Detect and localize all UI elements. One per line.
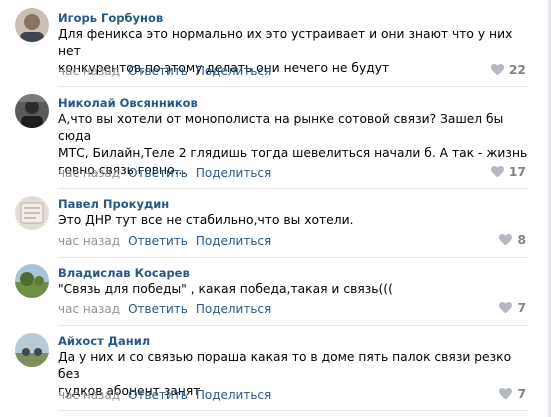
heart-icon (490, 64, 504, 76)
comment-time[interactable]: час назад (58, 234, 120, 248)
like-button[interactable]: 7 (499, 387, 526, 401)
comment-text: "Связь для победы" , какая победа,такая … (58, 282, 393, 296)
comment-meta: час назад Ответить Поделиться (58, 302, 279, 316)
comment-author[interactable]: Николай Овсянников (58, 96, 198, 110)
like-count: 8 (517, 233, 526, 247)
comment-meta: час назад Ответить Поделиться (58, 388, 279, 402)
like-count: 7 (517, 387, 526, 401)
comment-meta: час назад Ответить Поделиться (58, 234, 279, 248)
like-button[interactable]: 8 (499, 233, 526, 247)
divider (58, 188, 528, 189)
comment-meta: час назад Ответить Поделиться (58, 166, 279, 180)
comment-author[interactable]: Владислав Косарев (58, 266, 190, 280)
like-count: 7 (517, 301, 526, 315)
share-button[interactable]: Поделиться (196, 302, 271, 316)
share-button[interactable]: Поделиться (196, 234, 271, 248)
share-button[interactable]: Поделиться (196, 166, 271, 180)
comment-author[interactable]: Айхост Данил (58, 334, 150, 348)
divider (58, 257, 528, 258)
comment-time[interactable]: час назад (58, 388, 120, 402)
like-count: 17 (508, 165, 526, 179)
like-button[interactable]: 7 (499, 301, 526, 315)
divider (58, 325, 528, 326)
share-button[interactable]: Поделиться (196, 388, 271, 402)
heart-icon (499, 388, 513, 400)
comment-meta: час назад Ответить Поделиться (58, 64, 279, 78)
heart-icon (499, 234, 513, 246)
divider (58, 86, 528, 87)
comment-author[interactable]: Игорь Горбунов (58, 11, 163, 25)
reply-button[interactable]: Ответить (128, 234, 188, 248)
avatar[interactable] (15, 264, 49, 298)
avatar[interactable] (15, 333, 49, 367)
like-count: 22 (508, 63, 526, 77)
comment-time[interactable]: час назад (58, 166, 120, 180)
avatar[interactable] (15, 196, 49, 230)
heart-icon (490, 166, 504, 178)
comment-author[interactable]: Павел Прокудин (58, 197, 169, 211)
comment-time[interactable]: час назад (58, 302, 120, 316)
like-button[interactable]: 17 (490, 165, 526, 179)
avatar[interactable] (15, 94, 49, 128)
divider (58, 410, 528, 411)
heart-icon (499, 302, 513, 314)
reply-button[interactable]: Ответить (128, 302, 188, 316)
reply-button[interactable]: Ответить (128, 166, 188, 180)
reply-button[interactable]: Ответить (128, 64, 188, 78)
share-button[interactable]: Поделиться (196, 64, 271, 78)
avatar[interactable] (15, 8, 49, 42)
like-button[interactable]: 22 (490, 63, 526, 77)
comment-time[interactable]: час назад (58, 64, 120, 78)
reply-button[interactable]: Ответить (128, 388, 188, 402)
comment-text: Это ДНР тут все не стабильно,что вы хоте… (58, 213, 354, 227)
